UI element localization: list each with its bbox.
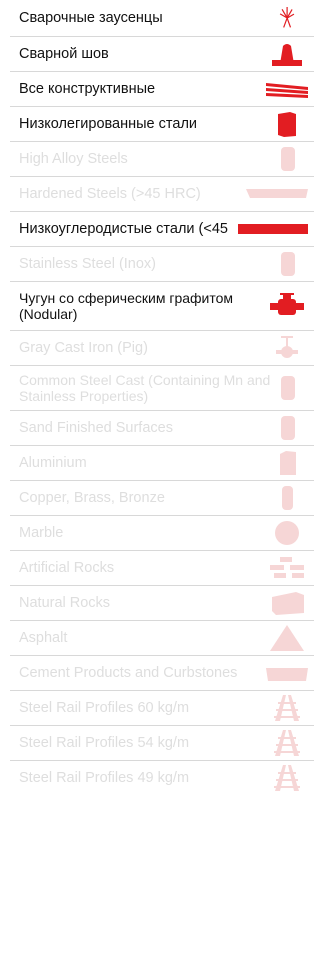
- material-item-label: Cement Products and Curbstones: [19, 665, 238, 681]
- cylinder-icon: [266, 414, 308, 442]
- valve-icon: [266, 334, 308, 362]
- steel-plate-icon: [266, 110, 308, 138]
- material-item-label: High Alloy Steels: [19, 151, 128, 167]
- material-item-sand-finished-surfaces[interactable]: Sand Finished Surfaces: [10, 411, 314, 446]
- material-item-label: Asphalt: [19, 630, 68, 646]
- material-item-label: Steel Rail Profiles 54 kg/m: [19, 735, 190, 751]
- material-item-label: Steel Rail Profiles 49 kg/m: [19, 770, 190, 786]
- material-item-label: Sand Finished Surfaces: [19, 420, 173, 436]
- material-item-high-alloy-steels[interactable]: High Alloy Steels: [10, 142, 314, 177]
- material-list: Сварочные заусенцы Сварной шов Все конст…: [10, 0, 314, 795]
- material-item-gray-cast-iron[interactable]: Gray Cast Iron (Pig): [10, 331, 314, 366]
- cylinder-icon: [266, 484, 308, 512]
- material-item-rail-49[interactable]: Steel Rail Profiles 49 kg/m: [10, 761, 314, 795]
- steel-beams-icon: [266, 75, 308, 103]
- material-item-label: Natural Rocks: [19, 595, 111, 611]
- material-item-label: Marble: [19, 525, 64, 541]
- material-item-low-alloy-steels[interactable]: Низколегированные стали: [10, 107, 314, 142]
- material-item-marble[interactable]: Marble: [10, 516, 314, 551]
- profile-block-icon: [266, 449, 308, 477]
- material-item-label: Steel Rail Profiles 60 kg/m: [19, 700, 190, 716]
- material-item-copper-brass-bronze[interactable]: Copper, Brass, Bronze: [10, 481, 314, 516]
- cylinder-icon: [266, 250, 308, 278]
- material-item-label: Низколегированные стали: [19, 116, 198, 132]
- asphalt-pile-icon: [266, 624, 308, 652]
- material-item-aluminium[interactable]: Aluminium: [10, 446, 314, 481]
- material-item-cement-products[interactable]: Cement Products and Curbstones: [10, 656, 314, 691]
- material-item-natural-rocks[interactable]: Natural Rocks: [10, 586, 314, 621]
- material-item-rail-60[interactable]: Steel Rail Profiles 60 kg/m: [10, 691, 314, 726]
- material-item-label: Common Steel Cast (Containing Mn and Sta…: [19, 372, 271, 404]
- material-item-common-steel-cast[interactable]: Common Steel Cast (Containing Mn and Sta…: [10, 366, 314, 411]
- rail-track-icon: [266, 764, 308, 792]
- material-item-label: Stainless Steel (Inox): [19, 256, 157, 272]
- curbstone-icon: [266, 659, 308, 687]
- material-item-asphalt[interactable]: Asphalt: [10, 621, 314, 656]
- marble-block-icon: [266, 519, 308, 547]
- material-item-weld-burrs[interactable]: Сварочные заусенцы: [10, 0, 314, 37]
- rail-track-icon: [266, 729, 308, 757]
- material-item-label: Сварочные заусенцы: [19, 10, 163, 26]
- material-item-rail-54[interactable]: Steel Rail Profiles 54 kg/m: [10, 726, 314, 761]
- material-item-label: Сварной шов: [19, 46, 109, 62]
- rail-track-icon: [266, 694, 308, 722]
- material-item-hardened-steels[interactable]: Hardened Steels (>45 HRC): [10, 177, 314, 212]
- weld-burr-sparks-icon: [266, 4, 308, 32]
- material-item-label: Все конструктивные: [19, 81, 156, 97]
- flat-bar-icon: [238, 224, 308, 234]
- material-item-label: Hardened Steels (>45 HRC): [19, 186, 201, 202]
- weld-seam-icon: [266, 40, 308, 68]
- material-item-label: Чугун со сферическим графитом (Nodular): [19, 290, 234, 322]
- cylinder-icon: [266, 374, 308, 402]
- bricks-icon: [266, 554, 308, 582]
- flat-plate-icon: [246, 180, 308, 208]
- material-item-nodular-cast-iron[interactable]: Чугун со сферическим графитом (Nodular): [10, 282, 314, 331]
- material-item-label: Низкоуглеродистые стали (<45: [19, 221, 228, 237]
- material-item-label: Copper, Brass, Bronze: [19, 490, 165, 506]
- material-item-artificial-rocks[interactable]: Artificial Rocks: [10, 551, 314, 586]
- material-item-label: Artificial Rocks: [19, 560, 115, 576]
- material-item-label: Gray Cast Iron (Pig): [19, 340, 148, 356]
- stone-block-icon: [266, 589, 308, 617]
- material-item-stainless-steel[interactable]: Stainless Steel (Inox): [10, 247, 314, 282]
- cylinder-icon: [266, 145, 308, 173]
- material-item-label: Aluminium: [19, 455, 87, 471]
- material-item-weld-seam[interactable]: Сварной шов: [10, 37, 314, 72]
- pump-valve-icon: [266, 292, 308, 320]
- material-item-all-structural[interactable]: Все конструктивные: [10, 72, 314, 107]
- material-item-low-carbon-steels[interactable]: Низкоуглеродистые стали (<45: [10, 212, 314, 247]
